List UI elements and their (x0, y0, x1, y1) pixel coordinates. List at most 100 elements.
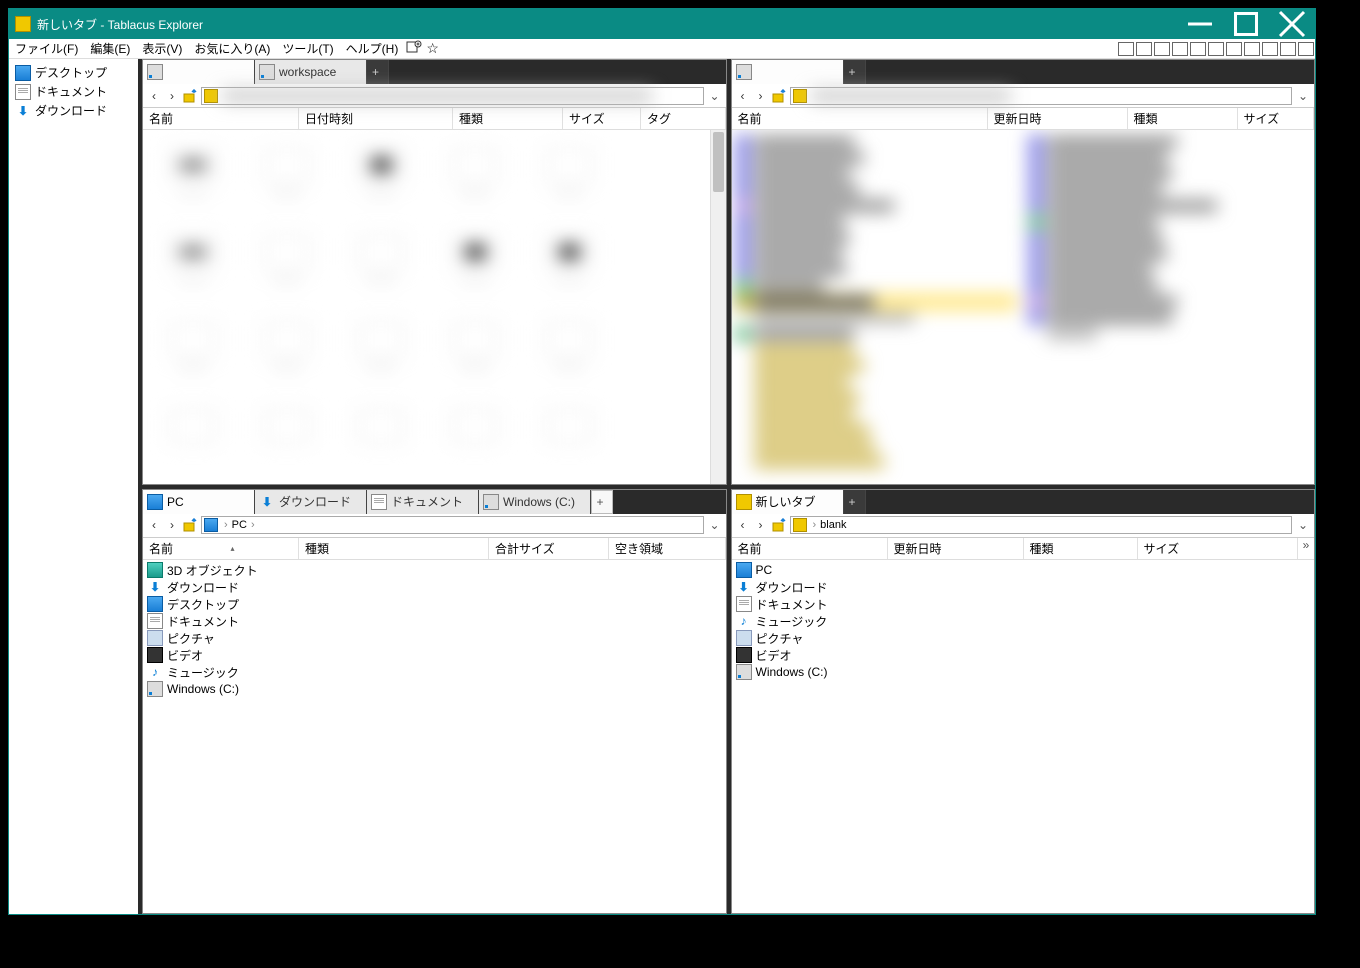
layout-8[interactable] (1244, 42, 1260, 56)
menu-help[interactable]: ヘルプ(H) (340, 38, 405, 59)
tab-bl-2[interactable]: ドキュメント (367, 490, 479, 514)
up-icon[interactable] (772, 89, 786, 103)
up-icon[interactable] (183, 518, 197, 532)
layout-11[interactable] (1298, 42, 1314, 56)
list-item[interactable]: PC (736, 562, 1311, 579)
back-button[interactable]: ‹ (147, 518, 161, 532)
col-type[interactable]: 種類 (453, 108, 563, 129)
more-columns-icon[interactable]: » (1298, 538, 1314, 559)
col-type[interactable]: 種類 (1024, 538, 1138, 559)
col-date[interactable]: 日付時刻 (299, 108, 453, 129)
col-size[interactable]: 合計サイズ (489, 538, 609, 559)
content-tr[interactable] (732, 130, 1315, 484)
list-item[interactable]: ドキュメント (147, 613, 722, 630)
menu-view[interactable]: 表示(V) (136, 38, 188, 59)
scrollbar-vertical[interactable] (710, 130, 726, 484)
minimize-button[interactable] (1177, 9, 1223, 39)
list-item[interactable]: ♪ミュージック (147, 664, 722, 681)
sidebar-item-desktop[interactable]: デスクトップ (13, 63, 134, 82)
address-bar-br[interactable]: › blank (790, 516, 1293, 534)
layout-1[interactable] (1118, 42, 1134, 56)
close-button[interactable] (1269, 9, 1315, 39)
col-name[interactable]: 名前 (143, 108, 299, 129)
col-size[interactable]: サイズ (1138, 538, 1299, 559)
back-button[interactable]: ‹ (147, 89, 161, 103)
menu-file[interactable]: ファイル(F) (9, 38, 84, 59)
col-name[interactable]: 名前▴ (143, 538, 299, 559)
forward-button[interactable]: › (754, 518, 768, 532)
list-item[interactable]: ⬇ダウンロード (736, 579, 1311, 596)
col-date[interactable]: 更新日時 (888, 538, 1024, 559)
sidebar-item-downloads[interactable]: ⬇ダウンロード (13, 101, 134, 120)
back-button[interactable]: ‹ (736, 89, 750, 103)
address-bar-bl[interactable]: › PC › (201, 516, 704, 534)
address-dropdown[interactable]: ⌄ (1296, 518, 1310, 532)
content-tl[interactable]: ——————————————— ——————————————— ————————… (143, 130, 726, 484)
list-item[interactable]: デスクトップ (147, 596, 722, 613)
layout-3[interactable] (1154, 42, 1170, 56)
sidebar-item-documents[interactable]: ドキュメント (13, 82, 134, 101)
tab-add-br[interactable]: + (844, 490, 866, 514)
tab-bl-1[interactable]: ⬇ダウンロード (255, 490, 367, 514)
col-date[interactable]: 更新日時 (988, 108, 1128, 129)
address-dropdown[interactable]: ⌄ (708, 518, 722, 532)
pc-icon (204, 518, 218, 532)
col-name[interactable]: 名前 (732, 538, 888, 559)
tab-br-0[interactable]: 新しいタブ (732, 490, 844, 514)
breadcrumb-seg[interactable]: blank (818, 519, 848, 531)
layout-4[interactable] (1172, 42, 1188, 56)
menu-favorites[interactable]: お気に入り(A) (188, 38, 276, 59)
maximize-button[interactable] (1223, 9, 1269, 39)
col-free[interactable]: 空き領域 (609, 538, 726, 559)
col-type[interactable]: 種類 (1128, 108, 1238, 129)
forward-button[interactable]: › (165, 89, 179, 103)
address-dropdown[interactable]: ⌄ (708, 89, 722, 103)
tab-bl-3[interactable]: Windows (C:) (479, 490, 591, 514)
tab-bl-0[interactable]: PC (143, 490, 255, 514)
list-item[interactable]: Windows (C:) (147, 681, 722, 698)
layout-9[interactable] (1262, 42, 1278, 56)
tab-add-tl[interactable]: + (367, 60, 389, 84)
list-item[interactable]: ビデオ (736, 647, 1311, 664)
menu-tools[interactable]: ツール(T) (276, 38, 339, 59)
col-name[interactable]: 名前 (732, 108, 988, 129)
layout-5[interactable] (1190, 42, 1206, 56)
col-size[interactable]: サイズ (1238, 108, 1315, 129)
tab-tr-0[interactable] (732, 60, 844, 84)
layout-7[interactable] (1226, 42, 1242, 56)
address-dropdown[interactable]: ⌄ (1296, 89, 1310, 103)
up-icon[interactable] (772, 518, 786, 532)
breadcrumb-seg[interactable]: PC (230, 519, 249, 531)
address-bar-tl[interactable] (201, 87, 704, 105)
tab-tl-1[interactable]: workspace (255, 60, 367, 84)
list-item[interactable]: ドキュメント (736, 596, 1311, 613)
tab-tl-0[interactable] (143, 60, 255, 84)
content-br[interactable]: PC ⬇ダウンロード ドキュメント ♪ミュージック ピクチャ ビデオ Windo… (732, 560, 1315, 914)
address-bar-tr[interactable] (790, 87, 1293, 105)
col-size[interactable]: サイズ (563, 108, 641, 129)
list-item[interactable]: ピクチャ (736, 630, 1311, 647)
col-tag[interactable]: タグ (641, 108, 726, 129)
layout-10[interactable] (1280, 42, 1296, 56)
scrollbar-thumb[interactable] (713, 132, 724, 192)
content-bl[interactable]: 3D オブジェクト ⬇ダウンロード デスクトップ ドキュメント ピクチャ ビデオ… (143, 560, 726, 914)
list-item[interactable]: ♪ミュージック (736, 613, 1311, 630)
up-icon[interactable] (183, 89, 197, 103)
titlebar[interactable]: 新しいタブ - Tablacus Explorer (9, 9, 1315, 39)
list-item[interactable]: 3D オブジェクト (147, 562, 722, 579)
favorite-star-icon[interactable]: ☆ (424, 40, 441, 57)
col-type[interactable]: 種類 (299, 538, 489, 559)
tab-add-bl[interactable]: + (591, 490, 613, 514)
layout-2[interactable] (1136, 42, 1152, 56)
back-button[interactable]: ‹ (736, 518, 750, 532)
tab-add-tr[interactable]: + (844, 60, 866, 84)
list-item[interactable]: Windows (C:) (736, 664, 1311, 681)
list-item[interactable]: ピクチャ (147, 630, 722, 647)
list-item[interactable]: ⬇ダウンロード (147, 579, 722, 596)
list-item[interactable]: ビデオ (147, 647, 722, 664)
forward-button[interactable]: › (165, 518, 179, 532)
forward-button[interactable]: › (754, 89, 768, 103)
layout-6[interactable] (1208, 42, 1224, 56)
menu-edit[interactable]: 編集(E) (84, 38, 136, 59)
addon-button-icon[interactable] (404, 38, 424, 59)
